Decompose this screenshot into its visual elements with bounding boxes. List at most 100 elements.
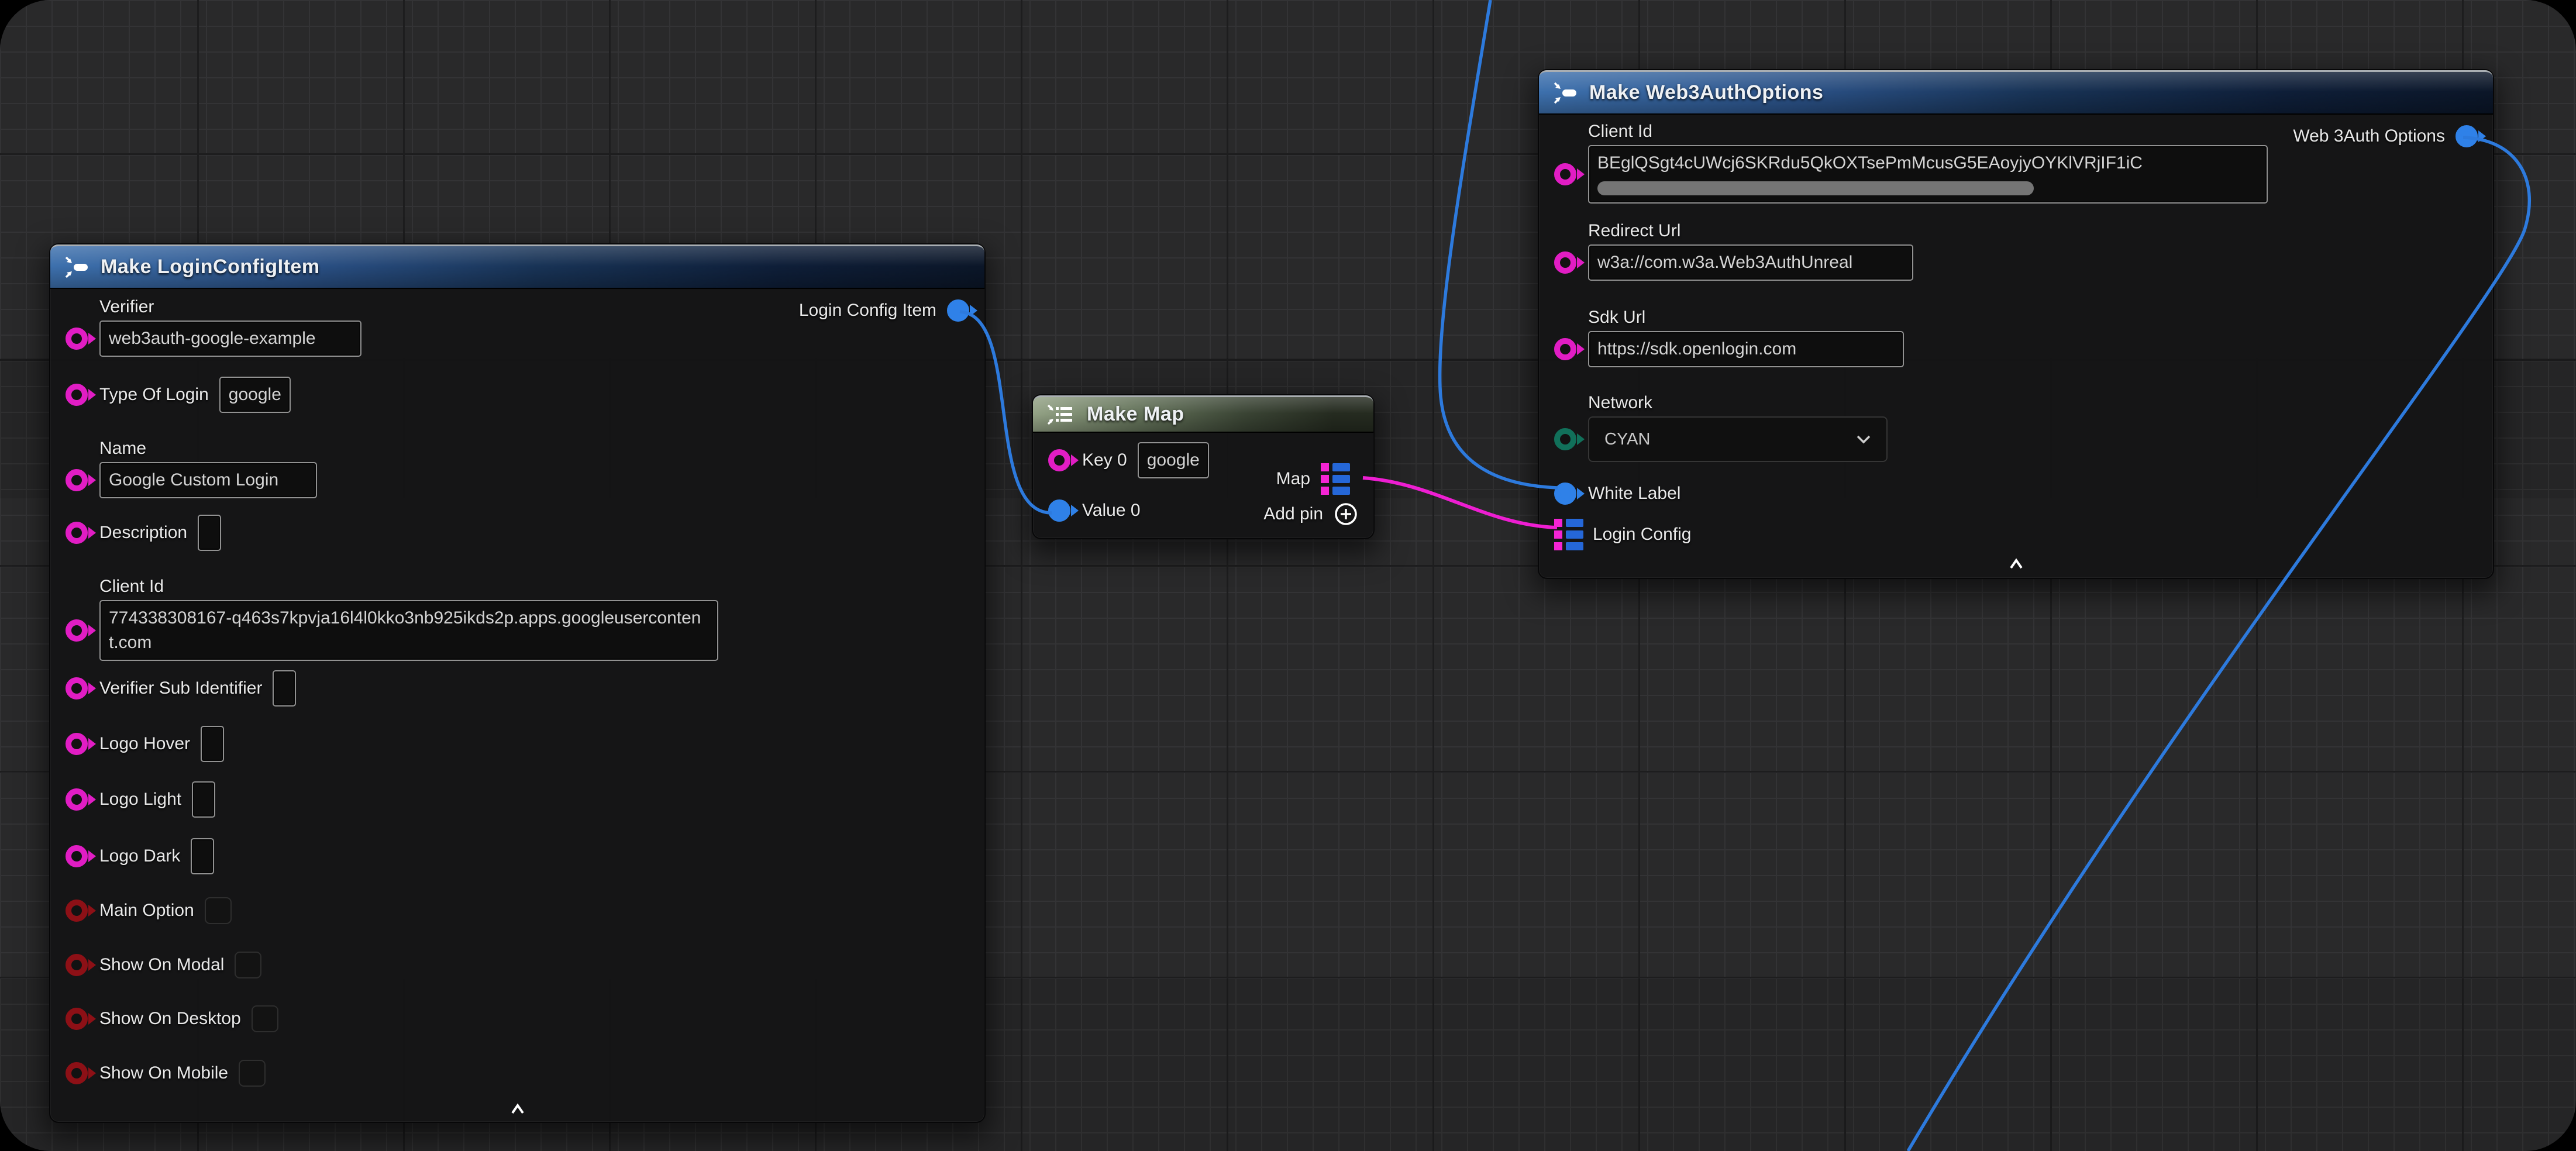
description-input[interactable] [198, 515, 221, 551]
pin-label: Value 0 [1082, 501, 1141, 521]
pin-row-client-id: Client Id 774338308167-q463s7kpvja16l4l0… [66, 577, 969, 661]
show-on-mobile-checkbox[interactable] [239, 1060, 266, 1087]
login-config-pin[interactable] [1554, 519, 1583, 550]
pin-row-logo-dark: Logo Dark [66, 838, 969, 874]
node-make-web3authoptions[interactable]: Make Web3AuthOptions Web 3Auth Options C… [1538, 69, 2494, 579]
pin-row-logo-light: Logo Light [66, 781, 969, 818]
verifier-input[interactable]: web3auth-google-example [99, 321, 361, 357]
node-title: Make Web3AuthOptions [1589, 81, 1823, 104]
node-title: Make Map [1087, 403, 1184, 426]
node-title: Make LoginConfigItem [101, 256, 320, 278]
pin-label: Key 0 [1082, 450, 1127, 470]
white-label-pin[interactable] [1554, 483, 1576, 505]
logo-hover-pin[interactable] [66, 733, 88, 755]
logo-light-input[interactable] [192, 781, 215, 818]
show-on-modal-checkbox[interactable] [235, 952, 261, 978]
node-make-loginconfigitem[interactable]: Make LoginConfigItem Login Config Item V… [49, 243, 986, 1123]
verifier-sub-identifier-pin[interactable] [66, 677, 88, 699]
redirect-url-input[interactable]: w3a://com.w3a.Web3AuthUnreal [1588, 244, 1913, 281]
pin-row-network: Network CYAN [1554, 393, 2478, 462]
show-on-desktop-checkbox[interactable] [252, 1005, 278, 1032]
node-collapse-button[interactable] [66, 1103, 969, 1115]
output-pin-label: Web 3Auth Options [2293, 126, 2445, 146]
logo-hover-input[interactable] [201, 726, 224, 762]
pin-label: Description [99, 523, 187, 543]
show-on-desktop-pin[interactable] [66, 1008, 88, 1030]
main-option-pin[interactable] [66, 900, 88, 922]
output-pin-label: Login Config Item [799, 301, 936, 321]
node-make-map[interactable]: Make Map Map Key 0 google Value 0 [1032, 394, 1375, 539]
show-on-modal-pin[interactable] [66, 954, 88, 976]
pin-row-verifier-sub-identifier: Verifier Sub Identifier [66, 670, 969, 707]
input-scrollbar[interactable] [1597, 181, 2034, 195]
pin-row-sdk-url: Sdk Url https://sdk.openlogin.com [1554, 308, 2478, 367]
value-0-pin[interactable] [1048, 499, 1070, 522]
make-struct-icon [63, 255, 90, 280]
pin-row-show-on-desktop: Show On Desktop [66, 1005, 969, 1032]
blueprint-graph-canvas[interactable]: Make LoginConfigItem Login Config Item V… [0, 0, 2576, 1151]
login-config-item-output-pin[interactable] [947, 299, 969, 322]
pin-label: Show On Modal [99, 955, 224, 975]
plus-circle-icon [1332, 501, 1359, 528]
pin-label: Type Of Login [99, 385, 209, 405]
make-map-icon [1046, 402, 1076, 427]
network-pin[interactable] [1554, 428, 1576, 450]
client-id-input[interactable]: BEglQSgt4cUWcj6SKRdu5QkOXTsePmMcusG5EAoy… [1588, 145, 2268, 204]
pin-label: Client Id [99, 577, 969, 597]
node-collapse-button[interactable] [1554, 558, 2478, 570]
node-header[interactable]: Make Web3AuthOptions [1539, 70, 2493, 115]
pin-label: Redirect Url [1588, 221, 2478, 241]
show-on-mobile-pin[interactable] [66, 1062, 88, 1084]
redirect-url-pin[interactable] [1554, 251, 1576, 274]
pin-row-main-option: Main Option [66, 897, 969, 924]
pin-label: Logo Light [99, 790, 181, 809]
pin-label: Login Config [1593, 525, 1691, 545]
make-struct-icon [1552, 81, 1579, 105]
chevron-up-icon [2006, 558, 2026, 570]
add-pin-button[interactable]: Add pin [1263, 501, 1359, 528]
pin-label: Show On Desktop [99, 1009, 241, 1029]
pin-row-name: Name Google Custom Login [66, 439, 969, 498]
pin-label: Logo Dark [99, 846, 180, 866]
add-pin-label: Add pin [1263, 504, 1323, 524]
pin-row-description: Description [66, 515, 969, 551]
node-header[interactable]: Make Map [1033, 395, 1373, 433]
pin-label: Verifier Sub Identifier [99, 678, 262, 698]
logo-dark-pin[interactable] [66, 845, 88, 867]
name-input[interactable]: Google Custom Login [99, 462, 317, 498]
sdk-url-pin[interactable] [1554, 338, 1576, 360]
chevron-up-icon [508, 1103, 528, 1115]
node-header[interactable]: Make LoginConfigItem [50, 244, 984, 289]
verifier-pin[interactable] [66, 328, 88, 350]
key-0-pin[interactable] [1048, 449, 1070, 471]
pin-row-redirect-url: Redirect Url w3a://com.w3a.Web3AuthUnrea… [1554, 221, 2478, 281]
output-pin-row-map: Map [1276, 463, 1359, 495]
pin-row-login-config: Login Config [1554, 521, 2478, 549]
network-selected-value: CYAN [1604, 430, 1650, 449]
pin-label: Sdk Url [1588, 308, 2478, 328]
sdk-url-input[interactable]: https://sdk.openlogin.com [1588, 331, 1904, 367]
logo-dark-input[interactable] [191, 838, 214, 874]
pin-row-show-on-mobile: Show On Mobile [66, 1060, 969, 1087]
client-id-pin[interactable] [66, 619, 88, 642]
description-pin[interactable] [66, 522, 88, 544]
logo-light-pin[interactable] [66, 788, 88, 811]
key-0-input[interactable]: google [1138, 442, 1209, 478]
main-option-checkbox[interactable] [205, 897, 232, 924]
pin-label: White Label [1588, 484, 1680, 504]
pin-label: Network [1588, 393, 2478, 413]
pin-row-type-of-login: Type Of Login google [66, 377, 969, 413]
client-id-input[interactable]: 774338308167-q463s7kpvja16l4l0kko3nb925i… [99, 600, 718, 661]
map-output-pin[interactable] [1321, 463, 1350, 495]
chevron-down-icon [1856, 435, 1871, 444]
client-id-pin[interactable] [1554, 163, 1576, 185]
pin-row-logo-hover: Logo Hover [66, 726, 969, 762]
type-of-login-pin[interactable] [66, 384, 88, 406]
output-pin-label: Map [1276, 469, 1310, 489]
name-pin[interactable] [66, 469, 88, 491]
pin-label: Main Option [99, 901, 194, 921]
type-of-login-input[interactable]: google [219, 377, 291, 413]
pin-label: Name [99, 439, 969, 459]
verifier-sub-identifier-input[interactable] [273, 670, 296, 707]
network-select[interactable]: CYAN [1588, 416, 1888, 462]
